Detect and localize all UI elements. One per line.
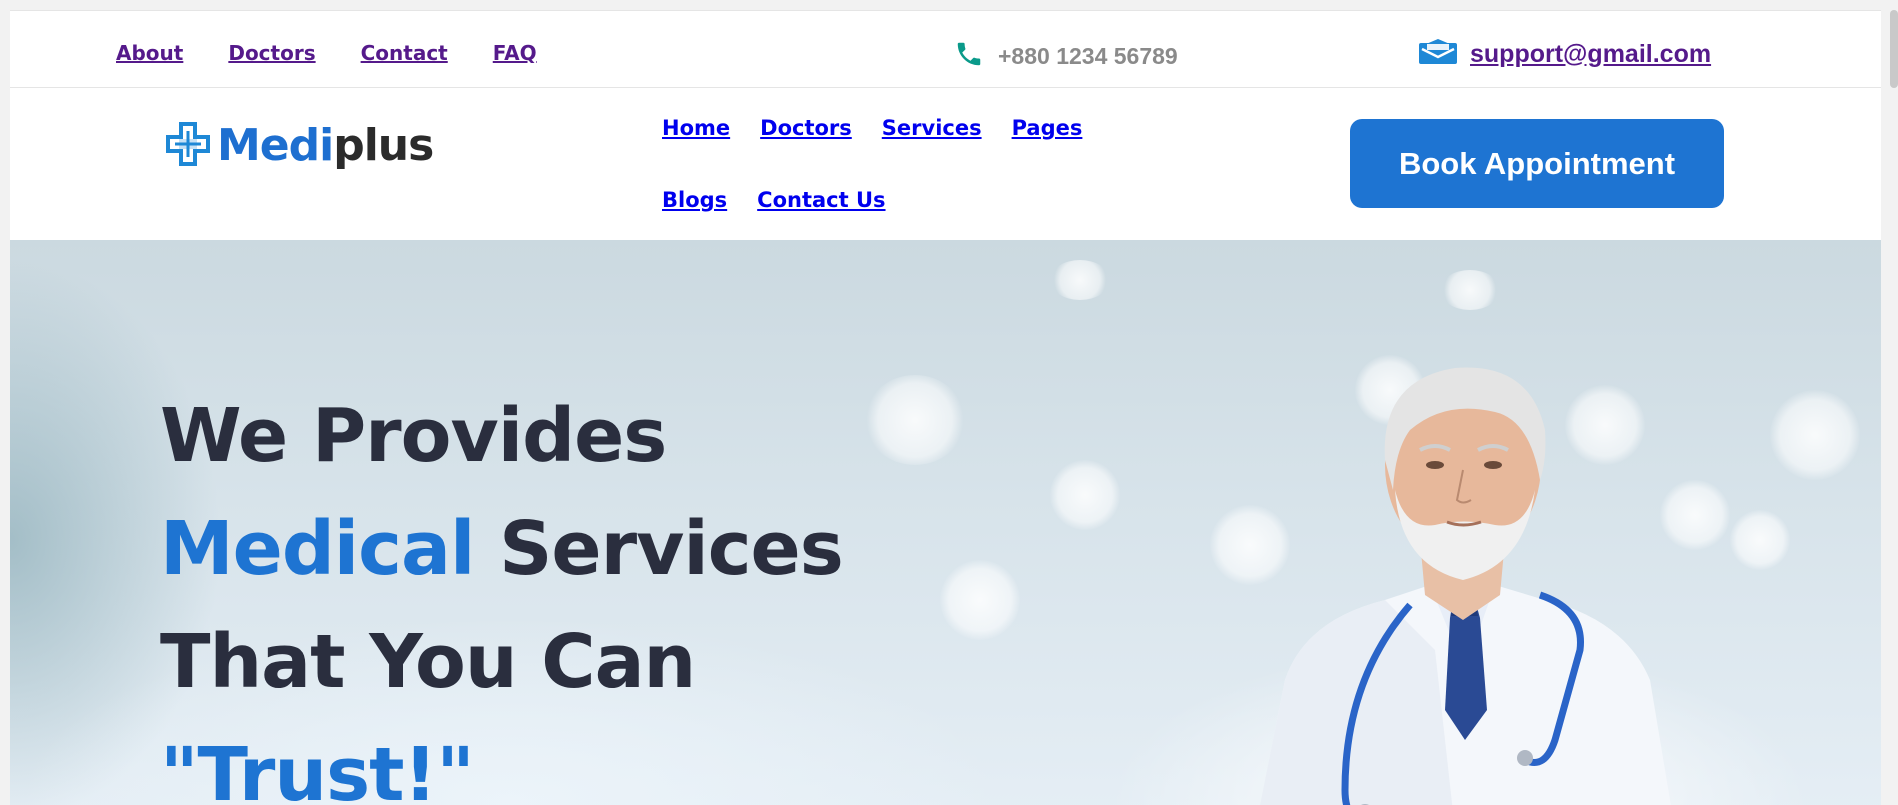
book-appointment-button[interactable]: Book Appointment bbox=[1350, 119, 1724, 208]
logo-text: Mediplus bbox=[217, 120, 434, 171]
page: About Doctors Contact FAQ +880 1234 5678… bbox=[10, 10, 1881, 805]
nav-pages[interactable]: Pages bbox=[1012, 108, 1083, 148]
scrollbar-thumb[interactable] bbox=[1890, 10, 1898, 88]
top-bar: About Doctors Contact FAQ +880 1234 5678… bbox=[10, 10, 1881, 88]
bokeh-light bbox=[1730, 510, 1790, 570]
logo-text-medi: Medi bbox=[217, 120, 334, 171]
nav-blogs[interactable]: Blogs bbox=[662, 180, 727, 220]
top-links: About Doctors Contact FAQ bbox=[116, 41, 537, 65]
nav-contact-us[interactable]: Contact Us bbox=[757, 180, 885, 220]
bokeh-light bbox=[940, 560, 1020, 640]
bokeh-light bbox=[1770, 390, 1860, 480]
top-link-about[interactable]: About bbox=[116, 41, 183, 65]
main-nav: Home Doctors Services Pages Blogs Contac… bbox=[662, 108, 1162, 220]
hero-line-1: We Provides bbox=[160, 393, 667, 479]
site-logo[interactable]: Mediplus bbox=[165, 120, 434, 171]
envelope-icon bbox=[1418, 39, 1458, 69]
hero-line-3: That You Can bbox=[160, 619, 696, 705]
hero-accent-medical: Medical bbox=[160, 506, 475, 592]
bokeh-light bbox=[865, 375, 965, 465]
main-header: Mediplus Home Doctors Services Pages Blo… bbox=[10, 88, 1881, 240]
medical-cross-icon bbox=[165, 121, 211, 171]
email-link[interactable]: support@gmail.com bbox=[1470, 40, 1711, 69]
hero-heading: We Provides Medical Services That You Ca… bbox=[160, 380, 844, 805]
hero-line-2: Medical Services bbox=[160, 493, 844, 606]
nav-doctors[interactable]: Doctors bbox=[760, 108, 852, 148]
top-link-contact[interactable]: Contact bbox=[361, 41, 448, 65]
phone-icon bbox=[952, 39, 986, 73]
top-link-faq[interactable]: FAQ bbox=[493, 41, 537, 65]
nav-home[interactable]: Home bbox=[662, 108, 730, 148]
bokeh-light bbox=[1440, 270, 1500, 310]
top-link-doctors[interactable]: Doctors bbox=[228, 41, 315, 65]
hero-line-2-rest: Services bbox=[474, 506, 844, 592]
hero-line-4: "Trust!" bbox=[160, 732, 475, 805]
email-contact: support@gmail.com bbox=[1418, 39, 1711, 69]
bokeh-light bbox=[1050, 460, 1120, 530]
bokeh-light bbox=[1050, 260, 1110, 300]
phone-number: +880 1234 56789 bbox=[998, 42, 1178, 69]
logo-text-plus: plus bbox=[333, 120, 434, 171]
phone-contact: +880 1234 56789 bbox=[952, 39, 1178, 73]
doctor-image bbox=[1260, 367, 1671, 805]
hero-section: We Provides Medical Services That You Ca… bbox=[10, 240, 1881, 805]
nav-services[interactable]: Services bbox=[882, 108, 982, 148]
